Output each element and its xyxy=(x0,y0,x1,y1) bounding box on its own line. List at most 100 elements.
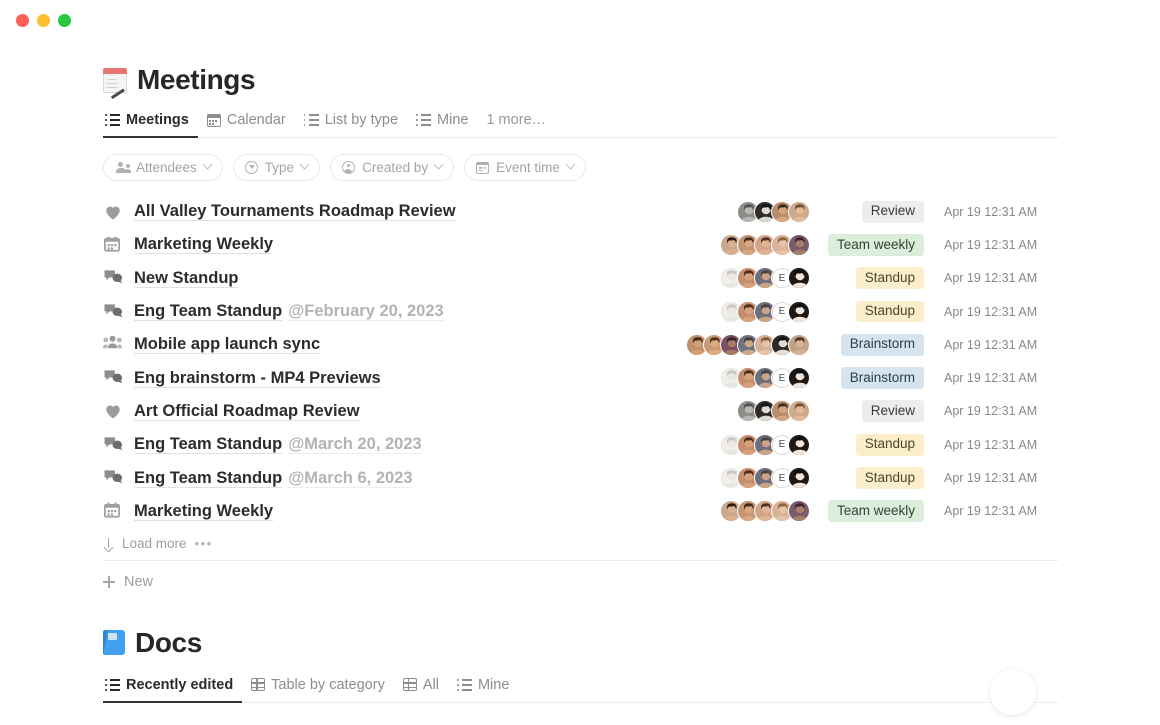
meeting-row[interactable]: Art Official Roadmap Review Review Apr 19 … xyxy=(103,395,1058,428)
filter-attendees[interactable]: Attendees xyxy=(103,154,223,181)
attendee-avatars[interactable]: E xyxy=(662,367,810,390)
attendee-avatars[interactable]: E xyxy=(662,467,810,490)
meeting-row-left: Marketing Weekly xyxy=(103,501,662,521)
meetings-list: All Valley Tournaments Roadmap Review Rev… xyxy=(103,195,1058,528)
attendee-avatars[interactable] xyxy=(662,333,810,356)
tab-table-by-category[interactable]: Table by category xyxy=(242,673,394,702)
type-tag[interactable]: Team weekly xyxy=(827,234,924,256)
type-tag[interactable]: Brainstorm xyxy=(840,367,924,390)
docs-section: Docs Recently edited Table by category A… xyxy=(103,627,1058,703)
meeting-row[interactable]: New Standup E Standup Apr 19 12:31 AM xyxy=(103,262,1058,295)
meeting-row[interactable]: Marketing Weekly Team weekly Apr 19 12:31 … xyxy=(103,495,1058,528)
type-tag[interactable]: Standup xyxy=(855,300,924,323)
close-button[interactable] xyxy=(16,14,29,27)
attendee-avatars[interactable] xyxy=(662,200,810,223)
meeting-row[interactable]: Eng Team Standup @March 6, 2023 E Standup Ap… xyxy=(103,461,1058,494)
list-icon xyxy=(105,114,120,126)
more-options-icon[interactable]: ••• xyxy=(195,536,213,551)
meeting-row-left: Marketing Weekly xyxy=(103,235,662,255)
meeting-row[interactable]: Eng brainstorm - MP4 Previews E Brainstorm… xyxy=(103,361,1058,394)
meeting-row[interactable]: All Valley Tournaments Roadmap Review Rev… xyxy=(103,195,1058,228)
meeting-row[interactable]: Eng Team Standup @February 20, 2023 E Stand… xyxy=(103,295,1058,328)
attendee-avatars[interactable]: E xyxy=(662,433,810,456)
meeting-row[interactable]: Marketing Weekly Team weekly Apr 19 12:31 … xyxy=(103,228,1058,261)
meeting-row-left: New Standup xyxy=(103,268,662,288)
meeting-title-wrap: New Standup xyxy=(134,269,239,288)
tag-cell: Standup xyxy=(810,467,928,489)
meeting-title[interactable]: Eng brainstorm - MP4 Previews xyxy=(134,369,381,387)
meeting-title[interactable]: Marketing Weekly xyxy=(134,235,273,253)
type-tag[interactable]: Review xyxy=(861,400,924,423)
load-more-label: Load more xyxy=(122,536,187,552)
meeting-row-left: Eng Team Standup @March 6, 2023 xyxy=(103,468,662,488)
meeting-title[interactable]: New Standup xyxy=(134,269,239,287)
filter-label: Created by xyxy=(362,160,429,175)
tab-recently-edited[interactable]: Recently edited xyxy=(103,673,243,703)
meeting-title[interactable]: Eng Team Standup xyxy=(134,302,282,320)
calendar-icon xyxy=(476,161,490,174)
avatar xyxy=(788,467,810,490)
docs-tabbar: Recently edited Table by category All Mi… xyxy=(103,673,1058,703)
meeting-row-left: Mobile app launch sync xyxy=(103,335,662,355)
tag-cell: Team weekly xyxy=(810,234,928,256)
tag-cell: Review xyxy=(810,200,928,223)
attendee-avatars[interactable]: E xyxy=(662,300,810,323)
filter-type[interactable]: Type xyxy=(232,154,321,181)
tab-calendar[interactable]: Calendar xyxy=(198,108,295,137)
new-item-button[interactable]: New xyxy=(103,561,1058,603)
event-date: Apr 19 12:31 AM xyxy=(944,371,1038,386)
type-tag[interactable]: Standup xyxy=(855,433,924,456)
meeting-row-right: E Standup Apr 19 12:31 AM xyxy=(662,300,1058,323)
arrow-down-icon xyxy=(103,538,114,549)
event-date: Apr 19 12:31 AM xyxy=(944,504,1038,519)
meeting-title[interactable]: Eng Team Standup xyxy=(134,469,282,487)
table-icon xyxy=(251,678,266,692)
tab-more[interactable]: 1 more… xyxy=(477,108,555,137)
attendee-avatars[interactable] xyxy=(662,500,810,523)
tab-mine[interactable]: Mine xyxy=(407,108,477,137)
minimize-button[interactable] xyxy=(37,14,50,27)
meeting-row-left: Eng Team Standup @March 20, 2023 xyxy=(103,435,662,455)
attendee-avatars[interactable]: E xyxy=(662,267,810,290)
meeting-title[interactable]: Eng Team Standup xyxy=(134,435,282,453)
maximize-button[interactable] xyxy=(58,14,71,27)
list-icon xyxy=(456,678,472,691)
table-icon xyxy=(402,678,417,692)
meeting-title[interactable]: Marketing Weekly xyxy=(134,502,273,520)
filter-created-by[interactable]: Created by xyxy=(330,154,455,181)
attendee-avatars[interactable] xyxy=(662,233,810,256)
type-tag[interactable]: Review xyxy=(861,200,924,223)
meeting-row[interactable]: Mobile app launch sync Brainstorm Apr 19 1… xyxy=(103,328,1058,361)
meeting-row-right: Review Apr 19 12:31 AM xyxy=(662,400,1058,423)
attendee-avatars[interactable] xyxy=(662,400,810,423)
people-icon xyxy=(103,335,123,355)
meeting-title[interactable]: Art Official Roadmap Review xyxy=(134,402,360,420)
tab-meetings[interactable]: Meetings xyxy=(103,108,198,138)
tab-label: Meetings xyxy=(126,112,189,128)
filter-event-time[interactable]: Event time xyxy=(464,154,586,181)
type-tag[interactable]: Brainstorm xyxy=(840,333,924,356)
tab-all[interactable]: All xyxy=(394,673,448,702)
new-label: New xyxy=(124,573,154,590)
help-bubble-button[interactable] xyxy=(990,668,1036,715)
speech-icon xyxy=(103,268,123,288)
type-tag[interactable]: Standup xyxy=(855,267,924,290)
meeting-title[interactable]: All Valley Tournaments Roadmap Review xyxy=(134,202,456,220)
load-more-button[interactable]: Load more ••• xyxy=(103,528,1058,560)
tab-docs-mine[interactable]: Mine xyxy=(448,673,518,702)
meetings-section: Meetings Meetings Calendar List by type … xyxy=(103,0,1058,603)
meeting-title-wrap: Mobile app launch sync xyxy=(134,335,320,354)
meetings-title: Meetings xyxy=(137,64,256,95)
type-tag[interactable]: Standup xyxy=(855,467,924,489)
meeting-row[interactable]: Eng Team Standup @March 20, 2023 E Standup A… xyxy=(103,428,1058,461)
blue-book-icon xyxy=(103,630,125,656)
tab-list-by-type[interactable]: List by type xyxy=(295,108,407,137)
filter-label: Type xyxy=(264,160,295,175)
meetings-heading: Meetings xyxy=(103,64,1058,96)
avatar xyxy=(788,433,810,456)
person-icon xyxy=(342,161,356,174)
meeting-title[interactable]: Mobile app launch sync xyxy=(134,335,320,353)
event-date: Apr 19 12:31 AM xyxy=(944,271,1038,286)
speech-icon xyxy=(103,302,123,322)
type-tag[interactable]: Team weekly xyxy=(827,500,924,523)
